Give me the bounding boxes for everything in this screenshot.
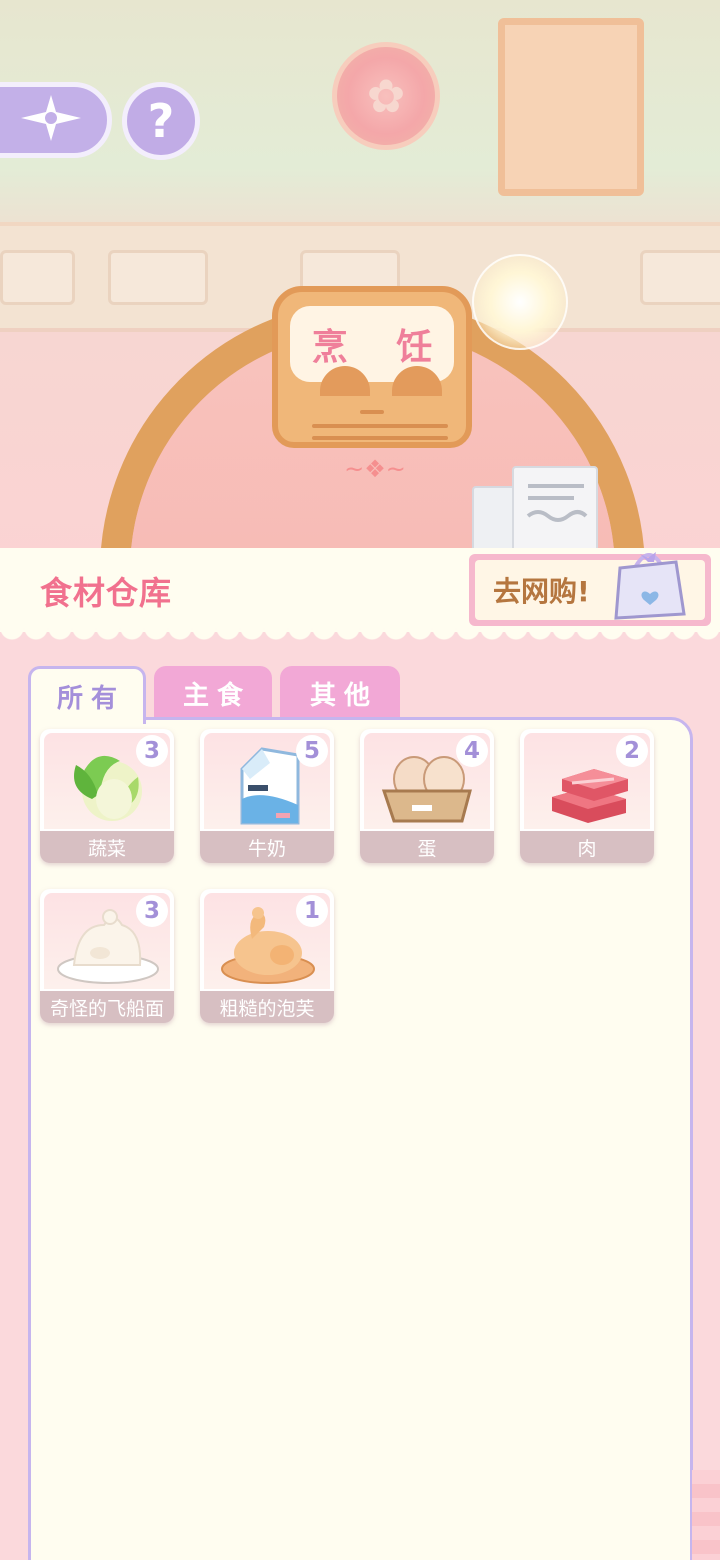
tab-all[interactable]: 所有 bbox=[28, 666, 146, 724]
item-count-badge: 5 bbox=[296, 735, 328, 767]
ingredient-item-vegetable[interactable]: 3 蔬菜 bbox=[40, 729, 174, 863]
item-name: 牛奶 bbox=[200, 831, 334, 863]
item-count-badge: 3 bbox=[136, 735, 168, 767]
wall-panel bbox=[640, 250, 720, 305]
sign-decoration bbox=[312, 436, 448, 440]
wall-medallion bbox=[332, 42, 440, 150]
ingredient-item-spaceship-noodles[interactable]: 3 奇怪的飞船面 bbox=[40, 889, 174, 1023]
ingredient-item-rough-puff[interactable]: 1 粗糙的泡芙 bbox=[200, 889, 334, 1023]
compass-icon bbox=[16, 93, 86, 147]
item-name: 粗糙的泡芙 bbox=[200, 991, 334, 1023]
item-count-badge: 2 bbox=[616, 735, 648, 767]
item-count-badge: 4 bbox=[456, 735, 488, 767]
tab-other[interactable]: 其他 bbox=[280, 666, 400, 720]
item-count-badge: 1 bbox=[296, 895, 328, 927]
ornament-icon: ~❖~ bbox=[344, 455, 406, 483]
kitchen-scene: 烹 饪 ~❖~ bbox=[0, 0, 720, 560]
item-count-badge: 3 bbox=[136, 895, 168, 927]
sparkle-glow-icon[interactable] bbox=[472, 254, 568, 350]
help-button[interactable]: ? bbox=[122, 82, 200, 160]
header-scallop-bottom bbox=[0, 628, 720, 644]
ingredient-item-meat[interactable]: 2 肉 bbox=[520, 729, 654, 863]
page-title: 食材仓库 bbox=[40, 574, 173, 612]
item-name: 蔬菜 bbox=[40, 831, 174, 863]
item-name: 奇怪的飞船面 bbox=[40, 991, 174, 1023]
navigate-button[interactable] bbox=[0, 82, 112, 158]
shopping-bag-icon[interactable] bbox=[610, 548, 688, 620]
sign-decoration bbox=[360, 410, 384, 414]
wall-panel bbox=[108, 250, 208, 305]
sign-decoration bbox=[312, 424, 448, 428]
border-decoration bbox=[692, 1470, 720, 1560]
wall-panel bbox=[0, 250, 75, 305]
tab-staple-food[interactable]: 主食 bbox=[154, 666, 272, 720]
item-name: 肉 bbox=[520, 831, 654, 863]
online-shop-label: 去网购! bbox=[493, 575, 590, 608]
ingredient-item-egg[interactable]: 4 蛋 bbox=[360, 729, 494, 863]
question-icon: ? bbox=[147, 94, 175, 148]
ingredient-item-milk[interactable]: 5 牛奶 bbox=[200, 729, 334, 863]
wall-picture-frame bbox=[498, 18, 644, 196]
item-name: 蛋 bbox=[360, 831, 494, 863]
